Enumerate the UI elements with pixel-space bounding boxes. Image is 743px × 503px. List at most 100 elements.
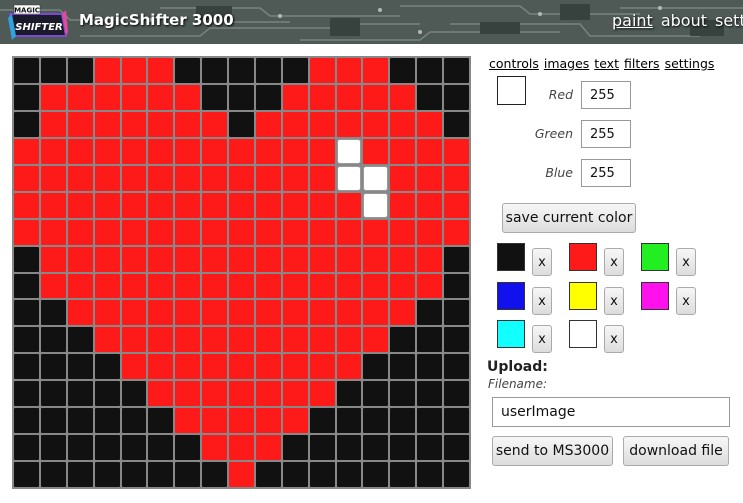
tab-settings[interactable]: settings [665,56,715,71]
pixel-cell[interactable] [282,273,308,299]
pixel-cell[interactable] [202,165,228,191]
pixel-cell[interactable] [390,84,416,110]
download-file-button[interactable]: download file [623,436,729,466]
saved-color-swatch[interactable] [641,282,669,310]
pixel-cell[interactable] [282,192,308,218]
pixel-cell[interactable] [202,354,228,380]
pixel-cell[interactable] [417,246,443,272]
pixel-cell[interactable] [94,435,120,461]
pixel-cell[interactable] [67,58,93,83]
pixel-cell[interactable] [309,165,335,191]
pixel-cell[interactable] [175,327,201,353]
pixel-cell[interactable] [417,192,443,218]
pixel-cell[interactable] [255,246,281,272]
pixel-cell[interactable] [94,300,120,326]
tab-filters[interactable]: filters [624,56,660,71]
remove-color-button[interactable]: x [532,325,552,353]
pixel-cell[interactable] [390,111,416,137]
pixel-cell[interactable] [336,192,362,218]
pixel-cell[interactable] [417,300,443,326]
pixel-cell[interactable] [121,192,147,218]
pixel-cell[interactable] [40,192,66,218]
pixel-cell[interactable] [94,462,120,487]
pixel-cell[interactable] [229,327,254,353]
pixel-cell[interactable] [175,84,201,110]
pixel-cell[interactable] [40,435,66,461]
pixel-cell[interactable] [175,462,201,487]
pixel-cell[interactable] [121,300,147,326]
pixel-cell[interactable] [40,58,66,83]
pixel-cell[interactable] [336,273,362,299]
pixel-cell[interactable] [363,300,389,326]
pixel-cell[interactable] [148,58,174,83]
pixel-cell[interactable] [282,246,308,272]
pixel-cell[interactable] [40,408,66,434]
pixel-cell[interactable] [336,462,362,487]
pixel-cell[interactable] [229,462,254,487]
pixel-cell[interactable] [175,381,201,407]
pixel-cell[interactable] [14,354,39,380]
pixel-cell[interactable] [229,165,254,191]
pixel-cell[interactable] [336,354,362,380]
pixel-cell[interactable] [202,273,228,299]
pixel-cell[interactable] [255,381,281,407]
nav-about[interactable]: about [661,11,707,30]
pixel-cell[interactable] [390,435,416,461]
pixel-cell[interactable] [390,273,416,299]
pixel-cell[interactable] [229,58,254,83]
send-to-ms3000-button[interactable]: send to MS3000 [492,436,613,466]
pixel-cell[interactable] [255,165,281,191]
nav-paint[interactable]: paint [612,11,653,30]
pixel-cell[interactable] [121,381,147,407]
pixel-cell[interactable] [282,435,308,461]
pixel-cell[interactable] [390,354,416,380]
pixel-cell[interactable] [40,354,66,380]
pixel-cell[interactable] [67,192,93,218]
pixel-cell[interactable] [309,246,335,272]
pixel-cell[interactable] [417,165,443,191]
pixel-cell[interactable] [14,300,39,326]
pixel-cell[interactable] [444,58,469,83]
pixel-cell[interactable] [309,58,335,83]
pixel-cell[interactable] [202,192,228,218]
pixel-cell[interactable] [14,381,39,407]
pixel-cell[interactable] [40,246,66,272]
pixel-cell[interactable] [309,84,335,110]
pixel-cell[interactable] [40,84,66,110]
pixel-cell[interactable] [336,381,362,407]
pixel-cell[interactable] [40,273,66,299]
pixel-cell[interactable] [363,273,389,299]
pixel-cell[interactable] [94,58,120,83]
pixel-cell[interactable] [148,408,174,434]
pixel-cell[interactable] [282,408,308,434]
remove-color-button[interactable]: x [532,248,552,276]
pixel-cell[interactable] [67,327,93,353]
pixel-cell[interactable] [336,408,362,434]
pixel-cell[interactable] [390,138,416,164]
saved-color-swatch[interactable] [497,243,525,271]
pixel-cell[interactable] [444,381,469,407]
pixel-cell[interactable] [202,408,228,434]
pixel-cell[interactable] [14,408,39,434]
pixel-cell[interactable] [175,138,201,164]
pixel-cell[interactable] [336,435,362,461]
pixel-cell[interactable] [40,381,66,407]
pixel-cell[interactable] [282,165,308,191]
pixel-cell[interactable] [309,435,335,461]
pixel-cell[interactable] [309,408,335,434]
pixel-cell[interactable] [417,354,443,380]
saved-color-swatch[interactable] [497,282,525,310]
pixel-cell[interactable] [363,462,389,487]
pixel-cell[interactable] [390,246,416,272]
pixel-cell[interactable] [94,138,120,164]
pixel-cell[interactable] [94,408,120,434]
pixel-cell[interactable] [67,354,93,380]
pixel-cell[interactable] [121,354,147,380]
pixel-cell[interactable] [390,327,416,353]
pixel-cell[interactable] [94,84,120,110]
pixel-cell[interactable] [175,111,201,137]
pixel-cell[interactable] [94,111,120,137]
pixel-cell[interactable] [444,462,469,487]
pixel-cell[interactable] [282,381,308,407]
pixel-cell[interactable] [121,165,147,191]
